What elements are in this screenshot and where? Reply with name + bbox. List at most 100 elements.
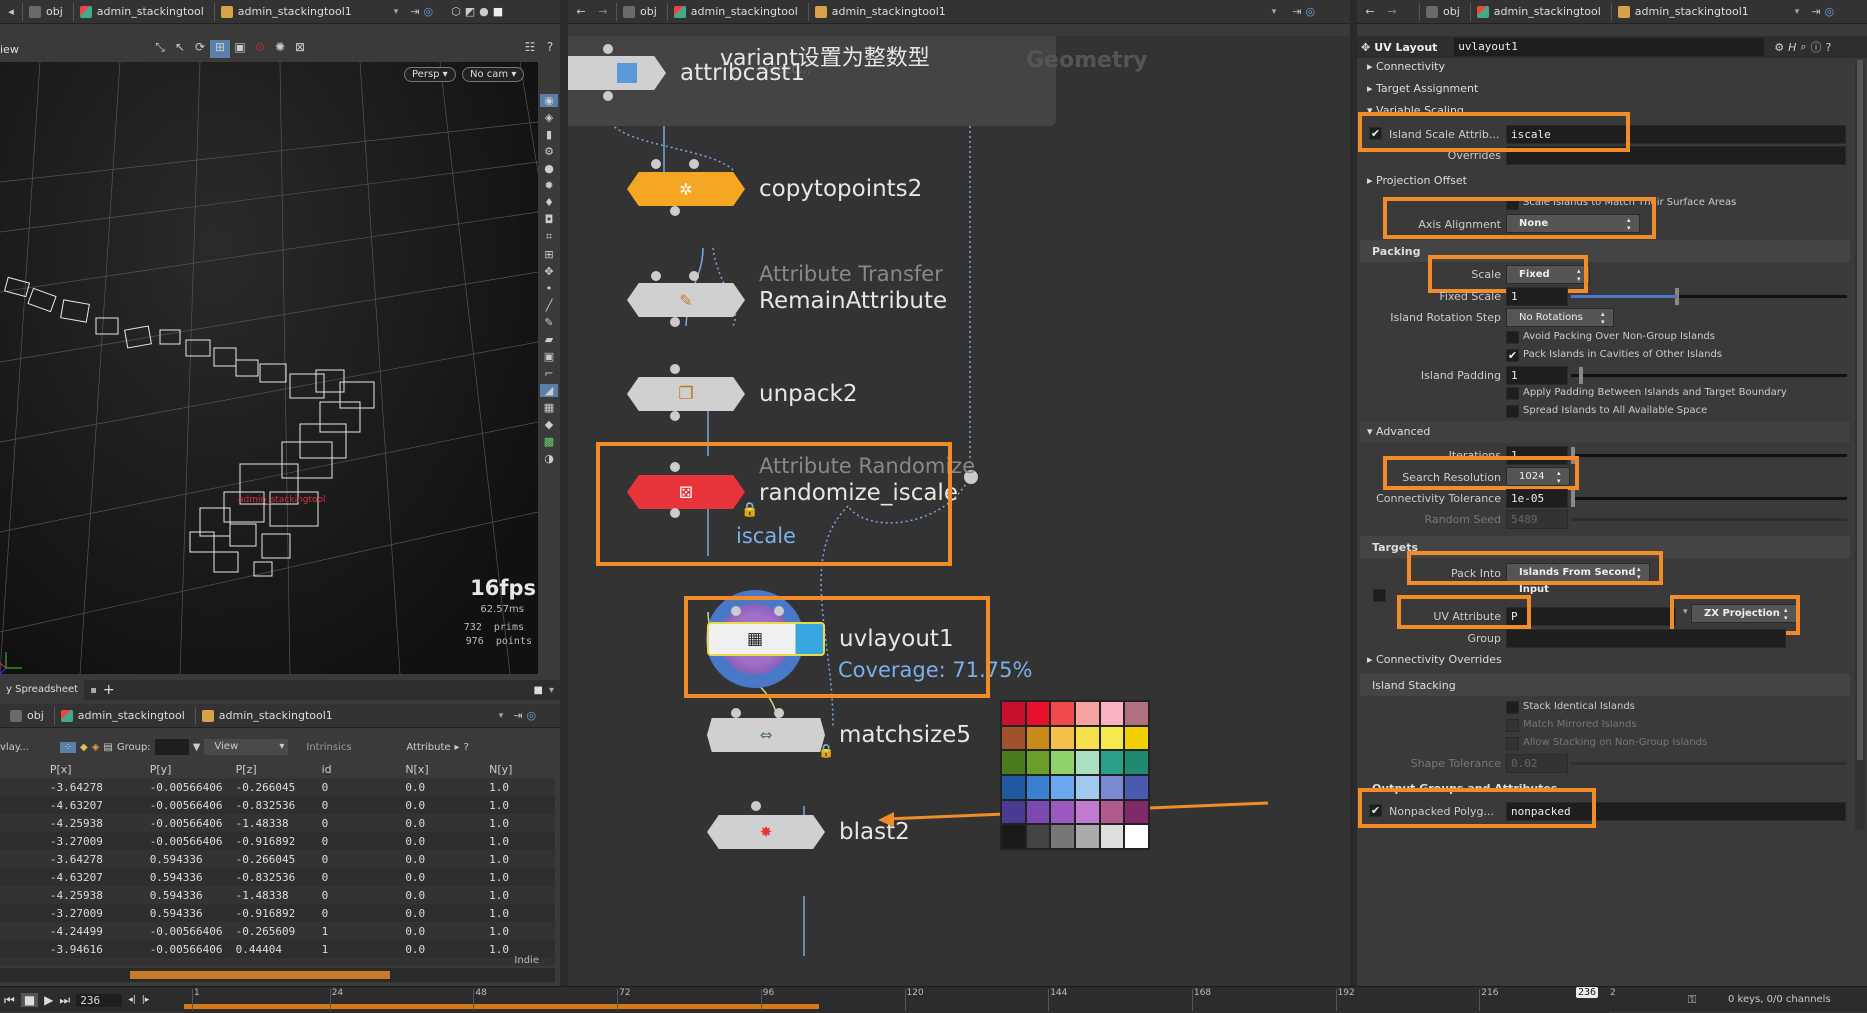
shelf-grid-icon[interactable]: ⊞	[544, 248, 553, 261]
params-scroll-thumb[interactable]	[1857, 60, 1863, 760]
search-icon[interactable]: ⌕	[1800, 40, 1806, 54]
camera-button[interactable]: No cam ▾	[462, 67, 525, 82]
palette-swatch[interactable]	[1125, 726, 1148, 750]
palette-swatch[interactable]	[1002, 825, 1025, 848]
shelf-snap-icon[interactable]: ◢	[540, 384, 558, 397]
frame-field[interactable]: 236	[76, 993, 123, 1007]
attribute-label[interactable]: Attribute	[406, 742, 450, 753]
palette-swatch[interactable]	[1075, 775, 1099, 799]
shelf-point-icon[interactable]: •	[546, 282, 553, 295]
params-path-stackingtool[interactable]: admin_stackingtool	[1469, 2, 1607, 21]
island-padding-field[interactable]: 1	[1506, 366, 1568, 385]
folder-target-assignment[interactable]: ▸ Target Assignment	[1367, 82, 1478, 95]
node-copytopoints2[interactable]: ✲ copytopoints2	[627, 171, 922, 207]
net-path-dropdown-icon[interactable]: ▾	[1272, 7, 1277, 17]
col-header[interactable]: id	[317, 760, 402, 778]
net-path-stackingtool[interactable]: admin_stackingtool	[666, 2, 804, 21]
table-row[interactable]: -4.25938 -0.00566406 -1.48338 0 0.0 1.0	[0, 814, 555, 832]
spreadsheet-scrollbar[interactable]	[0, 968, 555, 982]
shelf-tool-icon[interactable]: ⚙	[544, 145, 554, 158]
jump-end-icon[interactable]: ⏭	[59, 993, 70, 1008]
palette-swatch[interactable]	[1075, 825, 1099, 848]
display-icon[interactable]: ▣	[230, 40, 250, 58]
search-resolution-menu[interactable]: 1024	[1506, 467, 1570, 486]
palette-swatch[interactable]	[1051, 726, 1074, 750]
disable-icon[interactable]: ⊘	[250, 40, 270, 58]
palette-swatch[interactable]	[1002, 775, 1025, 799]
intrinsics-label[interactable]: Intrinsics	[306, 742, 402, 753]
output-connector[interactable]	[751, 801, 761, 811]
snap-icon[interactable]: ⊞	[210, 40, 230, 58]
palette-swatch[interactable]	[1100, 800, 1124, 824]
node-matchsize5[interactable]: ⇔ matchsize5	[707, 717, 971, 753]
palette-swatch[interactable]	[1002, 751, 1025, 774]
perspective-button[interactable]: Persp ▾	[404, 67, 456, 82]
palette-swatch[interactable]	[1100, 702, 1124, 725]
island-padding-slider-handle[interactable]	[1579, 367, 1583, 384]
shelf-marker-icon[interactable]: ♦	[544, 196, 554, 209]
maximize-icon[interactable]: ■	[534, 685, 543, 696]
nonpacked-checkbox[interactable]: ✔	[1369, 804, 1382, 817]
fixed-scale-slider[interactable]	[1571, 288, 1847, 305]
palette-swatch[interactable]	[1002, 800, 1025, 824]
step-forward-icon[interactable]: |▸	[142, 995, 150, 1005]
palette-swatch[interactable]	[1051, 751, 1074, 774]
shelf-brush-icon[interactable]: ✎	[544, 316, 553, 329]
tolerance-field[interactable]: 1e-05	[1506, 489, 1568, 508]
col-header[interactable]: N[x]	[401, 760, 486, 778]
path-dropdown-icon[interactable]: ▾	[394, 7, 399, 17]
stack-identical-checkbox[interactable]	[1506, 701, 1519, 714]
move-tool-icon[interactable]: ↖	[170, 40, 190, 58]
help-icon[interactable]: ?	[1826, 41, 1832, 54]
col-header[interactable]: P[x]	[45, 760, 146, 778]
folder-connectivity-overrides[interactable]: ▸ Connectivity Overrides	[1367, 653, 1502, 666]
node-name-field[interactable]: uvlayout1	[1454, 38, 1765, 56]
node-remainattribute[interactable]: ✎ Attribute Transfer RemainAttribute	[627, 262, 947, 318]
input-connector[interactable]	[651, 271, 661, 281]
palette-swatch[interactable]	[1100, 825, 1124, 848]
ss-path-stackingtool[interactable]: admin_stackingtool	[53, 706, 191, 725]
group-field[interactable]	[1506, 629, 1786, 648]
viewport-tab[interactable]: iew	[0, 43, 150, 56]
input-connector[interactable]	[689, 159, 699, 169]
island-padding-slider[interactable]	[1571, 367, 1847, 384]
palette-swatch[interactable]	[1026, 702, 1050, 725]
rotation-step-menu[interactable]: No Rotations	[1506, 308, 1614, 327]
node-blast2[interactable]: ✸ blast2	[707, 814, 910, 850]
info-icon[interactable]: ⓘ	[1811, 39, 1822, 55]
params-forward-icon[interactable]: →	[1383, 5, 1401, 18]
palette-swatch[interactable]	[1026, 751, 1050, 774]
select-tool-icon[interactable]: ⤡	[150, 40, 170, 58]
params-path-stackingtool1[interactable]: admin_stackingtool1	[1610, 2, 1791, 21]
overrides-field[interactable]	[1506, 146, 1846, 165]
group-field[interactable]	[154, 739, 189, 755]
palette-swatch[interactable]	[1026, 825, 1050, 848]
palette-swatch[interactable]	[1125, 775, 1148, 799]
output-connector[interactable]	[670, 317, 680, 327]
shelf-lock-icon[interactable]: ▮	[546, 128, 552, 141]
path-item-stackingtool1[interactable]: admin_stackingtool1	[213, 2, 390, 21]
timeline-track[interactable]: 1 24 48 72 96 120 144 168 192 216	[184, 987, 1609, 1013]
palette-swatch[interactable]	[1051, 702, 1074, 725]
palette-swatch[interactable]	[1075, 800, 1099, 824]
table-row[interactable]: -3.94616 -0.00566406 0.44404 1 0.0 1.0	[0, 940, 555, 958]
params-scrollbar[interactable]	[1855, 60, 1865, 830]
nonpacked-field[interactable]: nonpacked	[1506, 802, 1846, 821]
gear-icon[interactable]: ⚙	[1774, 41, 1784, 54]
network-divider-left[interactable]	[560, 0, 568, 986]
step-back-icon[interactable]: ◂|	[128, 995, 136, 1005]
palette-swatch[interactable]	[1026, 800, 1050, 824]
shelf-eye-icon[interactable]: ◉	[540, 94, 558, 107]
palette-swatch[interactable]	[1051, 800, 1074, 824]
camera-icon[interactable]: ◩	[465, 5, 475, 18]
apply-padding-checkbox[interactable]	[1506, 387, 1519, 400]
shelf-wire-icon[interactable]: ⌗	[546, 230, 552, 244]
tab-menu-icon[interactable]: ▾	[549, 685, 554, 696]
pack-into-menu[interactable]: Islands From Second Input	[1506, 563, 1650, 595]
options-icon[interactable]: ☷	[520, 40, 540, 58]
table-row[interactable]: -4.24499 -0.00566406 -0.265609 1 0.0 1.0	[0, 922, 555, 940]
params-pin-icon[interactable]: ⇥	[1811, 5, 1820, 18]
axis-alignment-menu[interactable]: None	[1506, 214, 1640, 233]
iterations-field[interactable]: 1	[1506, 446, 1568, 465]
projection-menu[interactable]: ZX Projection	[1691, 604, 1797, 623]
